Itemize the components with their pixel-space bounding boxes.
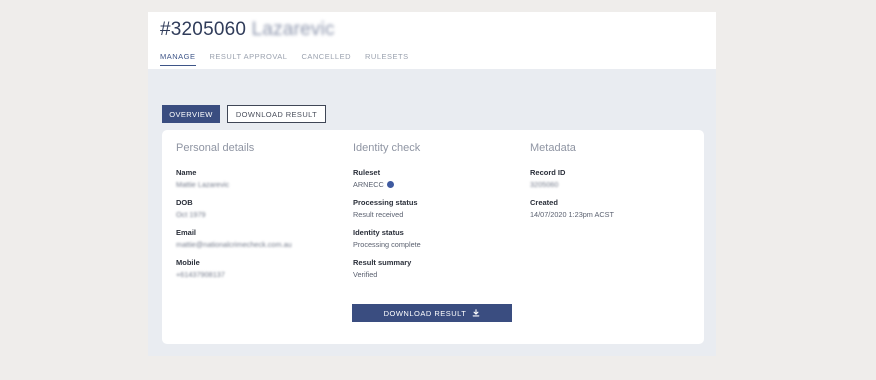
ruleset-value: ARNECC — [353, 180, 384, 189]
mobile-value: +61437908137 — [176, 270, 225, 279]
download-icon — [473, 309, 480, 317]
record-id-value: 3205060 — [530, 180, 559, 189]
created-value: 14/07/2020 1:23pm ACST — [530, 210, 614, 219]
processing-status-label: Processing status — [353, 198, 418, 207]
processing-status-value: Result received — [353, 210, 404, 219]
tab-result-approval[interactable]: RESULT APPROVAL — [210, 52, 288, 66]
identity-status-field: Identity status Processing complete — [353, 228, 523, 249]
email-label: Email — [176, 228, 197, 237]
result-summary-value: Verified — [353, 270, 378, 279]
record-name: Lazarevic — [251, 19, 335, 40]
tab-cancelled[interactable]: CANCELLED — [301, 52, 351, 66]
email-field: Email mattie@nationalcrimecheck.com.au — [176, 228, 346, 249]
tab-manage[interactable]: MANAGE — [160, 52, 196, 66]
personal-details-heading: Personal details — [176, 142, 255, 154]
page-header: #3205060 Lazarevic MANAGE RESULT APPROVA… — [148, 12, 716, 69]
ruleset-field: Ruleset ARNECC — [353, 168, 523, 189]
metadata-section: Metadata Record ID 3205060 Created 14/07… — [530, 142, 700, 228]
identity-status-value: Processing complete — [353, 240, 421, 249]
created-label: Created — [530, 198, 558, 207]
record-id-field: Record ID 3205060 — [530, 168, 700, 189]
overview-button[interactable]: OVERVIEW — [162, 105, 220, 123]
download-result-tab-button[interactable]: DOWNLOAD RESULT — [227, 105, 326, 123]
identity-status-label: Identity status — [353, 228, 404, 237]
email-value: mattie@nationalcrimecheck.com.au — [176, 240, 292, 249]
ruleset-value-row: ARNECC — [353, 180, 523, 189]
download-result-button[interactable]: DOWNLOAD RESULT — [352, 304, 512, 322]
dob-value: Oct 1979 — [176, 210, 206, 219]
download-result-label: DOWNLOAD RESULT — [383, 308, 467, 318]
details-card: Personal details Name Mattie Lazarevic D… — [162, 130, 704, 344]
name-value: Mattie Lazarevic — [176, 180, 230, 189]
identity-check-heading: Identity check — [353, 142, 421, 154]
record-id-label: Record ID — [530, 168, 566, 177]
dob-field: DOB Oct 1979 — [176, 198, 346, 219]
result-summary-field: Result summary Verified — [353, 258, 523, 279]
personal-details-section: Personal details Name Mattie Lazarevic D… — [176, 142, 346, 288]
page-title: #3205060 Lazarevic — [160, 19, 335, 41]
mobile-label: Mobile — [176, 258, 200, 267]
info-icon[interactable] — [386, 181, 394, 188]
name-field: Name Mattie Lazarevic — [176, 168, 346, 189]
created-field: Created 14/07/2020 1:23pm ACST — [530, 198, 700, 219]
tab-rulesets[interactable]: RULESETS — [365, 52, 409, 66]
mobile-field: Mobile +61437908137 — [176, 258, 346, 279]
name-label: Name — [176, 168, 197, 177]
identity-check-section: Identity check Ruleset ARNECC Processing… — [353, 142, 523, 288]
processing-status-field: Processing status Result received — [353, 198, 523, 219]
record-number: #3205060 — [160, 19, 247, 40]
record-frame: #3205060 Lazarevic MANAGE RESULT APPROVA… — [148, 12, 716, 356]
ruleset-label: Ruleset — [353, 168, 381, 177]
dob-label: DOB — [176, 198, 193, 207]
metadata-heading: Metadata — [530, 142, 576, 154]
result-summary-label: Result summary — [353, 258, 412, 267]
tab-bar: MANAGE RESULT APPROVAL CANCELLED RULESET… — [160, 52, 409, 66]
